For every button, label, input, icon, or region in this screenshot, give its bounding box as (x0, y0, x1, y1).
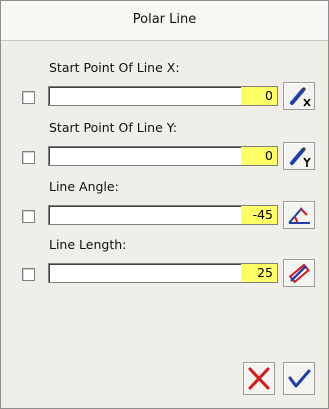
start-y-value: 0 (265, 148, 273, 163)
pick-start-y-button[interactable] (283, 142, 315, 170)
angle-icon (288, 207, 310, 224)
start-x-value: 0 (265, 88, 273, 103)
ok-button[interactable] (283, 362, 315, 395)
line-angle-label: Line Angle: (49, 179, 119, 194)
line-angle-checkbox[interactable] (22, 210, 35, 223)
pick-angle-button[interactable] (283, 201, 315, 229)
line-length-value: 25 (257, 265, 273, 280)
line-angle-input[interactable]: -45 (48, 205, 278, 225)
line-angle-value: -45 (252, 207, 273, 222)
start-x-label: Start Point Of Line X: (49, 60, 180, 75)
cancel-button[interactable] (243, 362, 275, 395)
pick-start-x-button[interactable] (283, 82, 315, 110)
line-length-label: Line Length: (49, 237, 127, 252)
start-y-label: Start Point Of Line Y: (49, 120, 177, 135)
line-length-input[interactable]: 25 (48, 263, 278, 283)
line-length-checkbox[interactable] (22, 268, 35, 281)
title-bar: Polar Line (1, 1, 328, 41)
polar-line-dialog: Polar Line Start Point Of Line X: 0 Star… (0, 0, 329, 409)
pick-length-button[interactable] (283, 259, 315, 287)
ruler-pencil-icon (288, 263, 310, 284)
blue-check-icon (288, 369, 311, 388)
pencil-y-icon (290, 146, 311, 167)
start-x-input[interactable]: 0 (48, 86, 278, 106)
dialog-title: Polar Line (132, 12, 197, 27)
start-y-input[interactable]: 0 (48, 146, 278, 166)
start-x-checkbox[interactable] (22, 91, 35, 104)
start-y-checkbox[interactable] (22, 151, 35, 164)
pencil-x-icon (290, 86, 311, 107)
red-x-icon (248, 367, 270, 390)
